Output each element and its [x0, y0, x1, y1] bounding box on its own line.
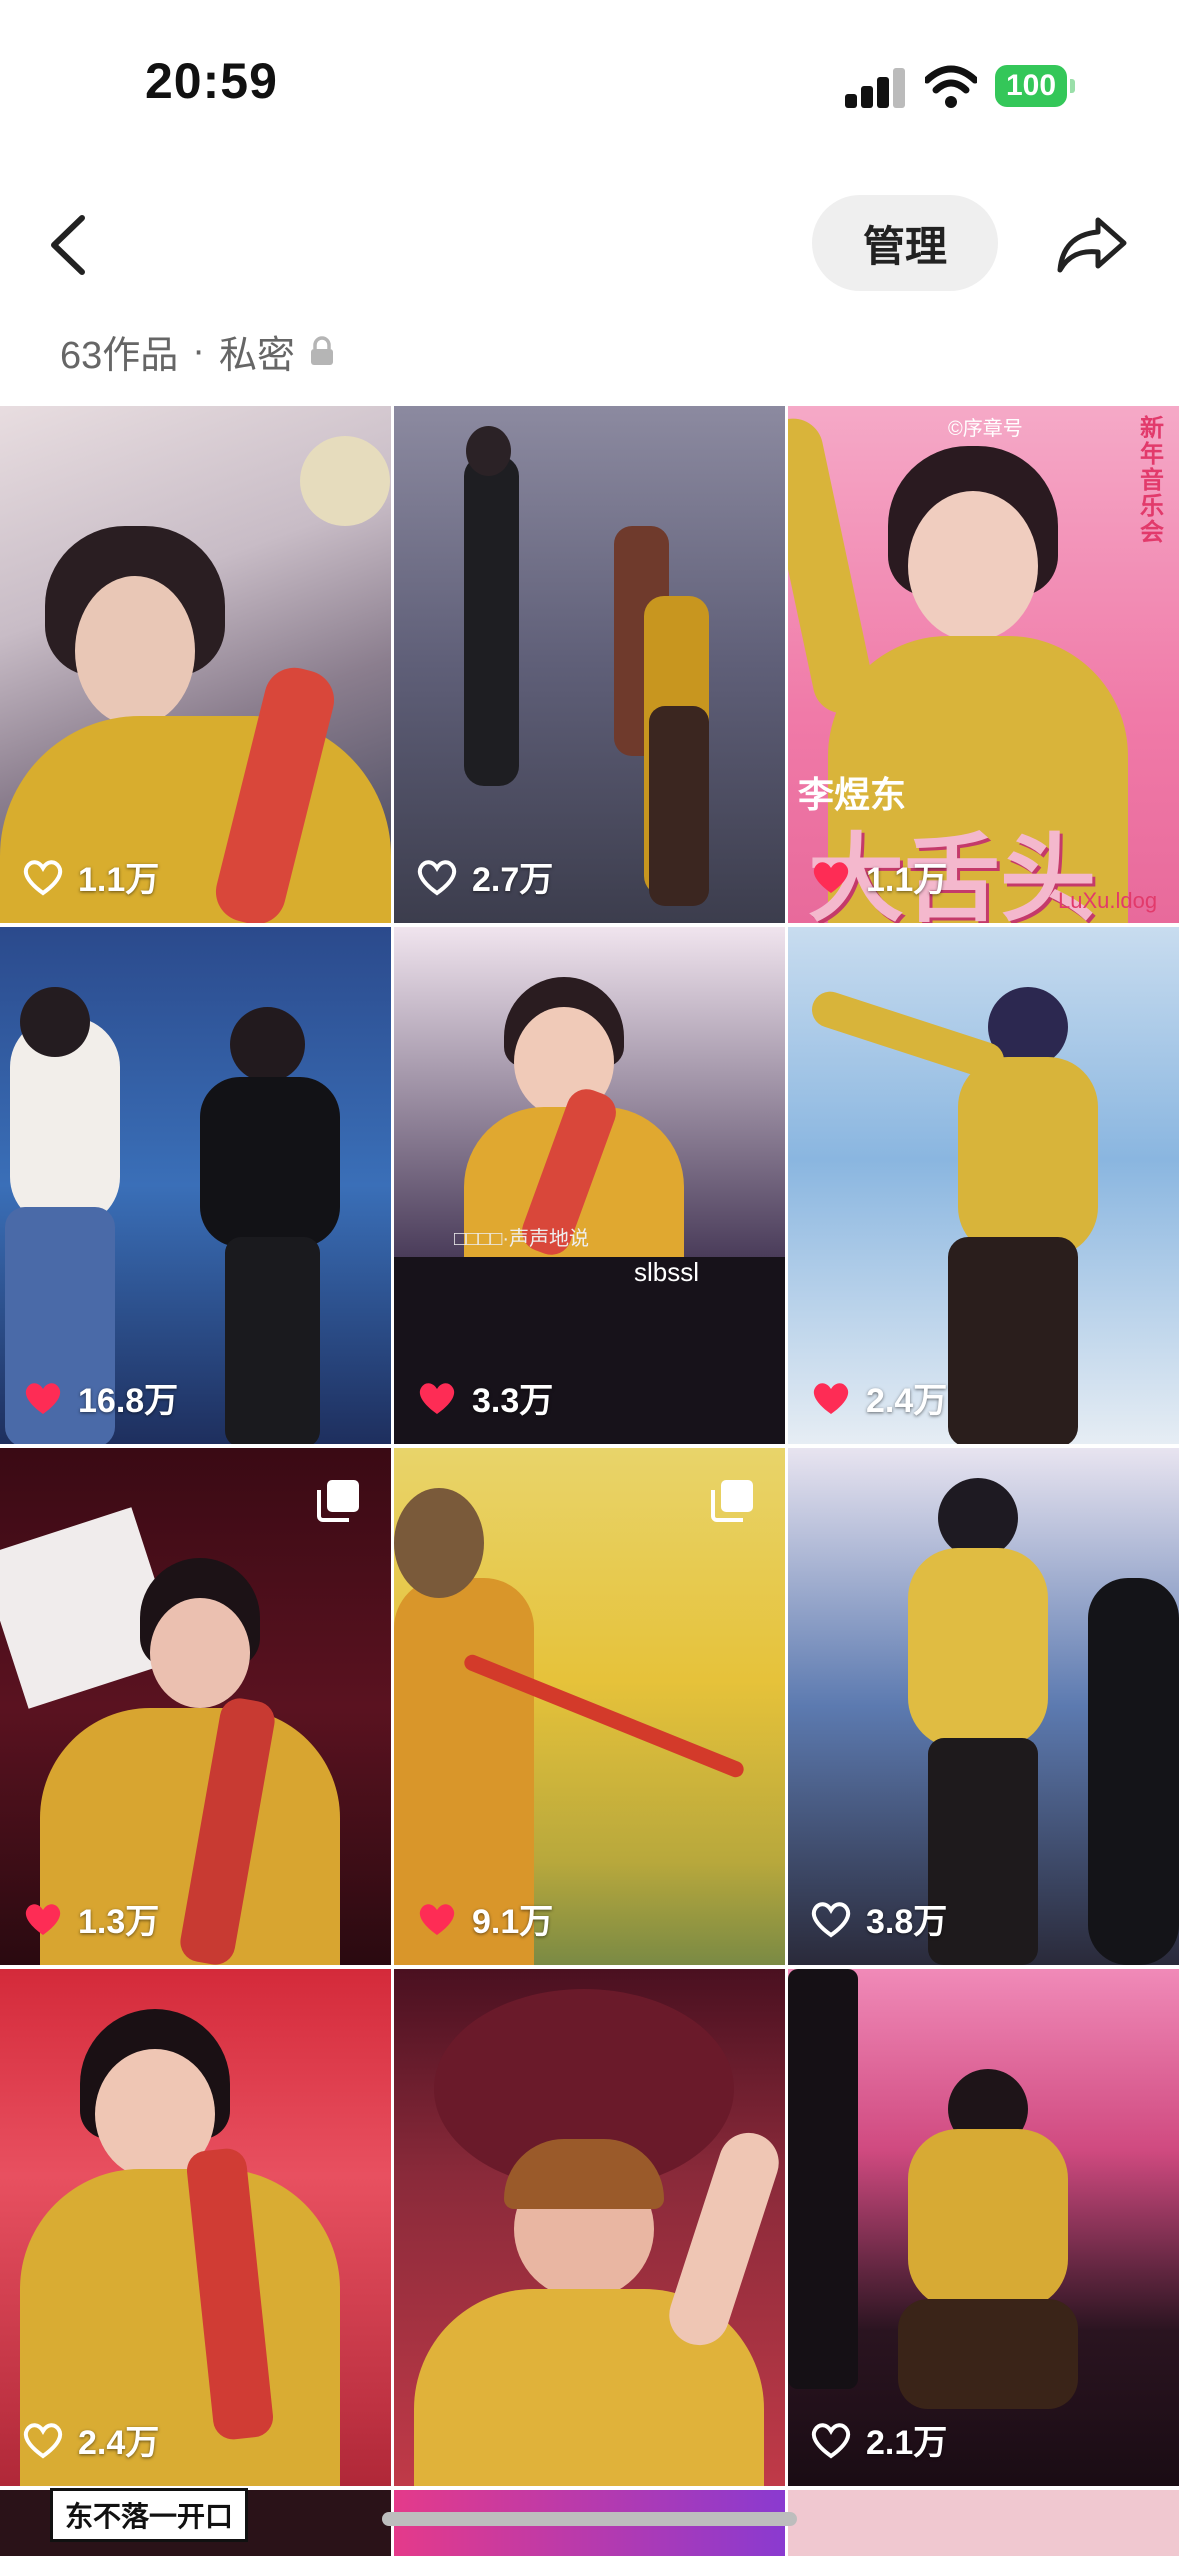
overlay-watermark: ©序章号 — [948, 418, 1023, 440]
grid-tile[interactable]: 2.1万 — [788, 1969, 1179, 2486]
grid-tile[interactable]: 1.3万 — [0, 1448, 391, 1965]
heart-filled-icon — [25, 1382, 61, 1414]
heart-filled-icon — [813, 1382, 849, 1414]
multi-image-icon — [317, 1480, 359, 1522]
like-count: 2.4万 — [810, 1373, 947, 1422]
overlay-side-text: 新年音乐会 — [1140, 415, 1164, 546]
overlay-small-text: LuXu.ldog — [1058, 888, 1158, 913]
works-count: 63作品 — [60, 334, 179, 377]
grid-tile[interactable]: 3.8万 — [788, 1448, 1179, 1965]
heart-filled-icon — [419, 1903, 455, 1935]
grid-tile[interactable]: □□□□·声声地说 slbssl 3.3万 — [394, 927, 785, 1444]
manage-button[interactable]: 管理 — [812, 195, 998, 291]
like-count: 1.1万 — [22, 852, 159, 901]
multi-image-icon — [711, 1480, 753, 1522]
status-bar: 20:59 100 — [0, 0, 1179, 170]
grid-tile-peek[interactable] — [788, 2490, 1179, 2556]
heart-filled-icon — [25, 1903, 61, 1935]
battery-level: 100 — [995, 65, 1067, 107]
grid-tile[interactable]: 2.4万 — [0, 1969, 391, 2486]
grid-tile[interactable]: 9.1万 — [394, 1448, 785, 1965]
lock-icon — [310, 336, 333, 365]
like-count: 16.8万 — [22, 1373, 178, 1422]
like-count: 1.3万 — [22, 1894, 159, 1943]
like-count: 2.4万 — [22, 2415, 159, 2464]
status-time: 20:59 — [145, 53, 278, 109]
video-caption: □□□□·声声地说 — [454, 1228, 589, 1250]
like-count: 2.1万 — [810, 2415, 947, 2464]
heart-filled-icon — [813, 861, 849, 893]
like-count: 1.1万 — [810, 852, 947, 901]
collection-meta: 63作品 · 私密 — [60, 325, 335, 377]
heart-outline-icon — [417, 859, 457, 895]
like-count: 2.7万 — [416, 852, 553, 901]
video-caption-2: slbssl — [634, 1257, 700, 1287]
privacy-label: 私密 — [218, 334, 295, 377]
wifi-icon — [925, 65, 977, 108]
cellular-signal-icon — [845, 66, 907, 108]
heart-outline-icon — [811, 1901, 851, 1937]
share-arrow-icon[interactable] — [1054, 210, 1130, 280]
grid-tile[interactable]: 2.4万 — [788, 927, 1179, 1444]
heart-outline-icon — [23, 2422, 63, 2458]
heart-filled-icon — [419, 1382, 455, 1414]
back-chevron-icon[interactable] — [40, 210, 100, 280]
grid-tile[interactable]: ©序章号 新年音乐会 李煜东 大舌头 LuXu.ldog 1.1万 — [788, 406, 1179, 923]
grid-tile[interactable] — [394, 1969, 785, 2486]
top-nav: 管理 — [0, 190, 1179, 300]
grid-tile[interactable]: 16.8万 — [0, 927, 391, 1444]
like-count: 3.3万 — [416, 1373, 553, 1422]
heart-outline-icon — [811, 2422, 851, 2458]
grid-tile[interactable]: 1.1万 — [0, 406, 391, 923]
heart-outline-icon — [23, 859, 63, 895]
meta-separator: · — [192, 329, 205, 372]
like-count: 3.8万 — [810, 1894, 947, 1943]
like-count: 9.1万 — [416, 1894, 553, 1943]
battery-icon: 100 — [995, 65, 1075, 107]
grid-tile[interactable]: 2.7万 — [394, 406, 785, 923]
peek-caption: 东不落一开口 — [50, 2488, 249, 2542]
home-indicator[interactable] — [382, 2512, 797, 2526]
